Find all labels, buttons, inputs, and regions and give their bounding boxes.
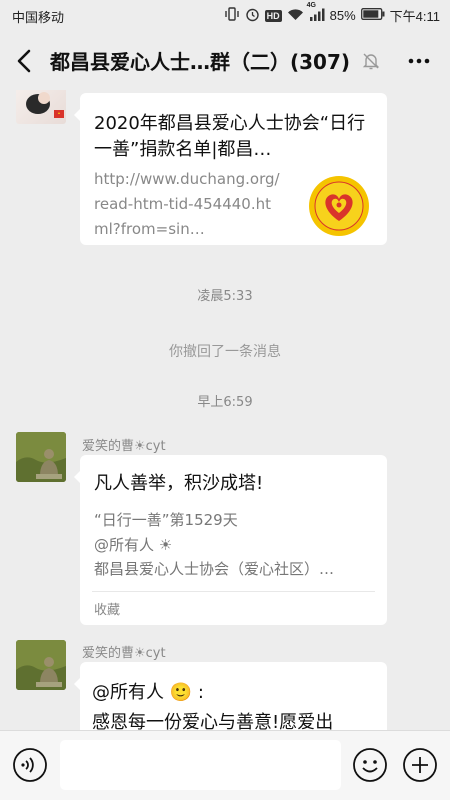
avatar[interactable] bbox=[16, 432, 66, 482]
network-type-label: 4G bbox=[306, 1, 316, 9]
sender-name: 爱笑的曹☀cyt bbox=[82, 439, 166, 454]
association-logo bbox=[308, 175, 370, 237]
shared-message-card[interactable]: 凡人善举，积沙成塔! “日行一善”第1529天 @所有人 ☀ 都昌县爱心人士协会… bbox=[74, 455, 387, 625]
card-title: 凡人善举，积沙成塔! bbox=[94, 473, 264, 494]
chat-header: 都昌县爱心人士…群（二）(307) bbox=[0, 30, 450, 90]
battery-percent: 85% bbox=[329, 8, 356, 23]
message-input[interactable] bbox=[60, 740, 341, 790]
avatar[interactable] bbox=[16, 640, 66, 690]
wifi-icon bbox=[287, 8, 304, 24]
alarm-icon bbox=[245, 7, 260, 25]
battery-icon bbox=[360, 8, 385, 23]
chat-title: 都昌县爱心人士…群（二）(307) bbox=[50, 50, 351, 74]
link-title: 2020年都昌县爱心人士协会“日行一善”捐款名单|都昌… bbox=[94, 113, 366, 160]
divider bbox=[92, 591, 375, 592]
status-bar: 中国移动 HD 4G 85% 下午4:11 bbox=[0, 0, 450, 30]
message-line: @所有人 🙂 : bbox=[92, 682, 204, 703]
vibrate-icon bbox=[224, 7, 240, 24]
emoji-icon[interactable] bbox=[352, 747, 388, 783]
timestamp: 早上6:59 bbox=[197, 395, 253, 410]
back-arrow-icon[interactable] bbox=[10, 46, 40, 76]
sender-name: 爱笑的曹☀cyt bbox=[82, 646, 166, 661]
hd-icon: HD bbox=[264, 9, 282, 22]
plus-icon[interactable] bbox=[402, 747, 438, 783]
card-line: @所有人 ☀ bbox=[94, 536, 173, 554]
timestamp: 凌晨5:33 bbox=[197, 289, 253, 304]
avatar[interactable] bbox=[16, 90, 66, 124]
link-url: http://www.duchang.org/read-htm-tid-4544… bbox=[94, 170, 280, 238]
voice-icon[interactable] bbox=[12, 747, 48, 783]
text-message[interactable]: @所有人 🙂 : 感恩每一份爱心与善意!愿爱出 bbox=[74, 662, 387, 730]
carrier-label: 中国移动 bbox=[12, 10, 65, 25]
card-line: 都昌县爱心人士协会（爱心社区）… bbox=[94, 560, 335, 578]
card-line: “日行一善”第1529天 bbox=[94, 511, 238, 529]
status-icons: HD 4G 85% 下午4:11 bbox=[224, 2, 440, 25]
input-bar bbox=[0, 730, 450, 800]
favorites-label: 收藏 bbox=[94, 603, 121, 618]
link-card-message[interactable]: 2020年都昌县爱心人士协会“日行一善”捐款名单|都昌… http://www.… bbox=[74, 93, 387, 245]
mute-bell-icon bbox=[361, 51, 381, 71]
message-list[interactable]: 2020年都昌县爱心人士协会“日行一善”捐款名单|都昌… http://www.… bbox=[0, 90, 450, 730]
clock: 下午4:11 bbox=[389, 9, 440, 24]
system-message: 你撤回了一条消息 bbox=[169, 344, 281, 360]
more-dots-icon[interactable] bbox=[406, 48, 432, 74]
signal-icon: 4G bbox=[307, 2, 325, 24]
message-line: 感恩每一份爱心与善意!愿爱出 bbox=[92, 712, 334, 730]
